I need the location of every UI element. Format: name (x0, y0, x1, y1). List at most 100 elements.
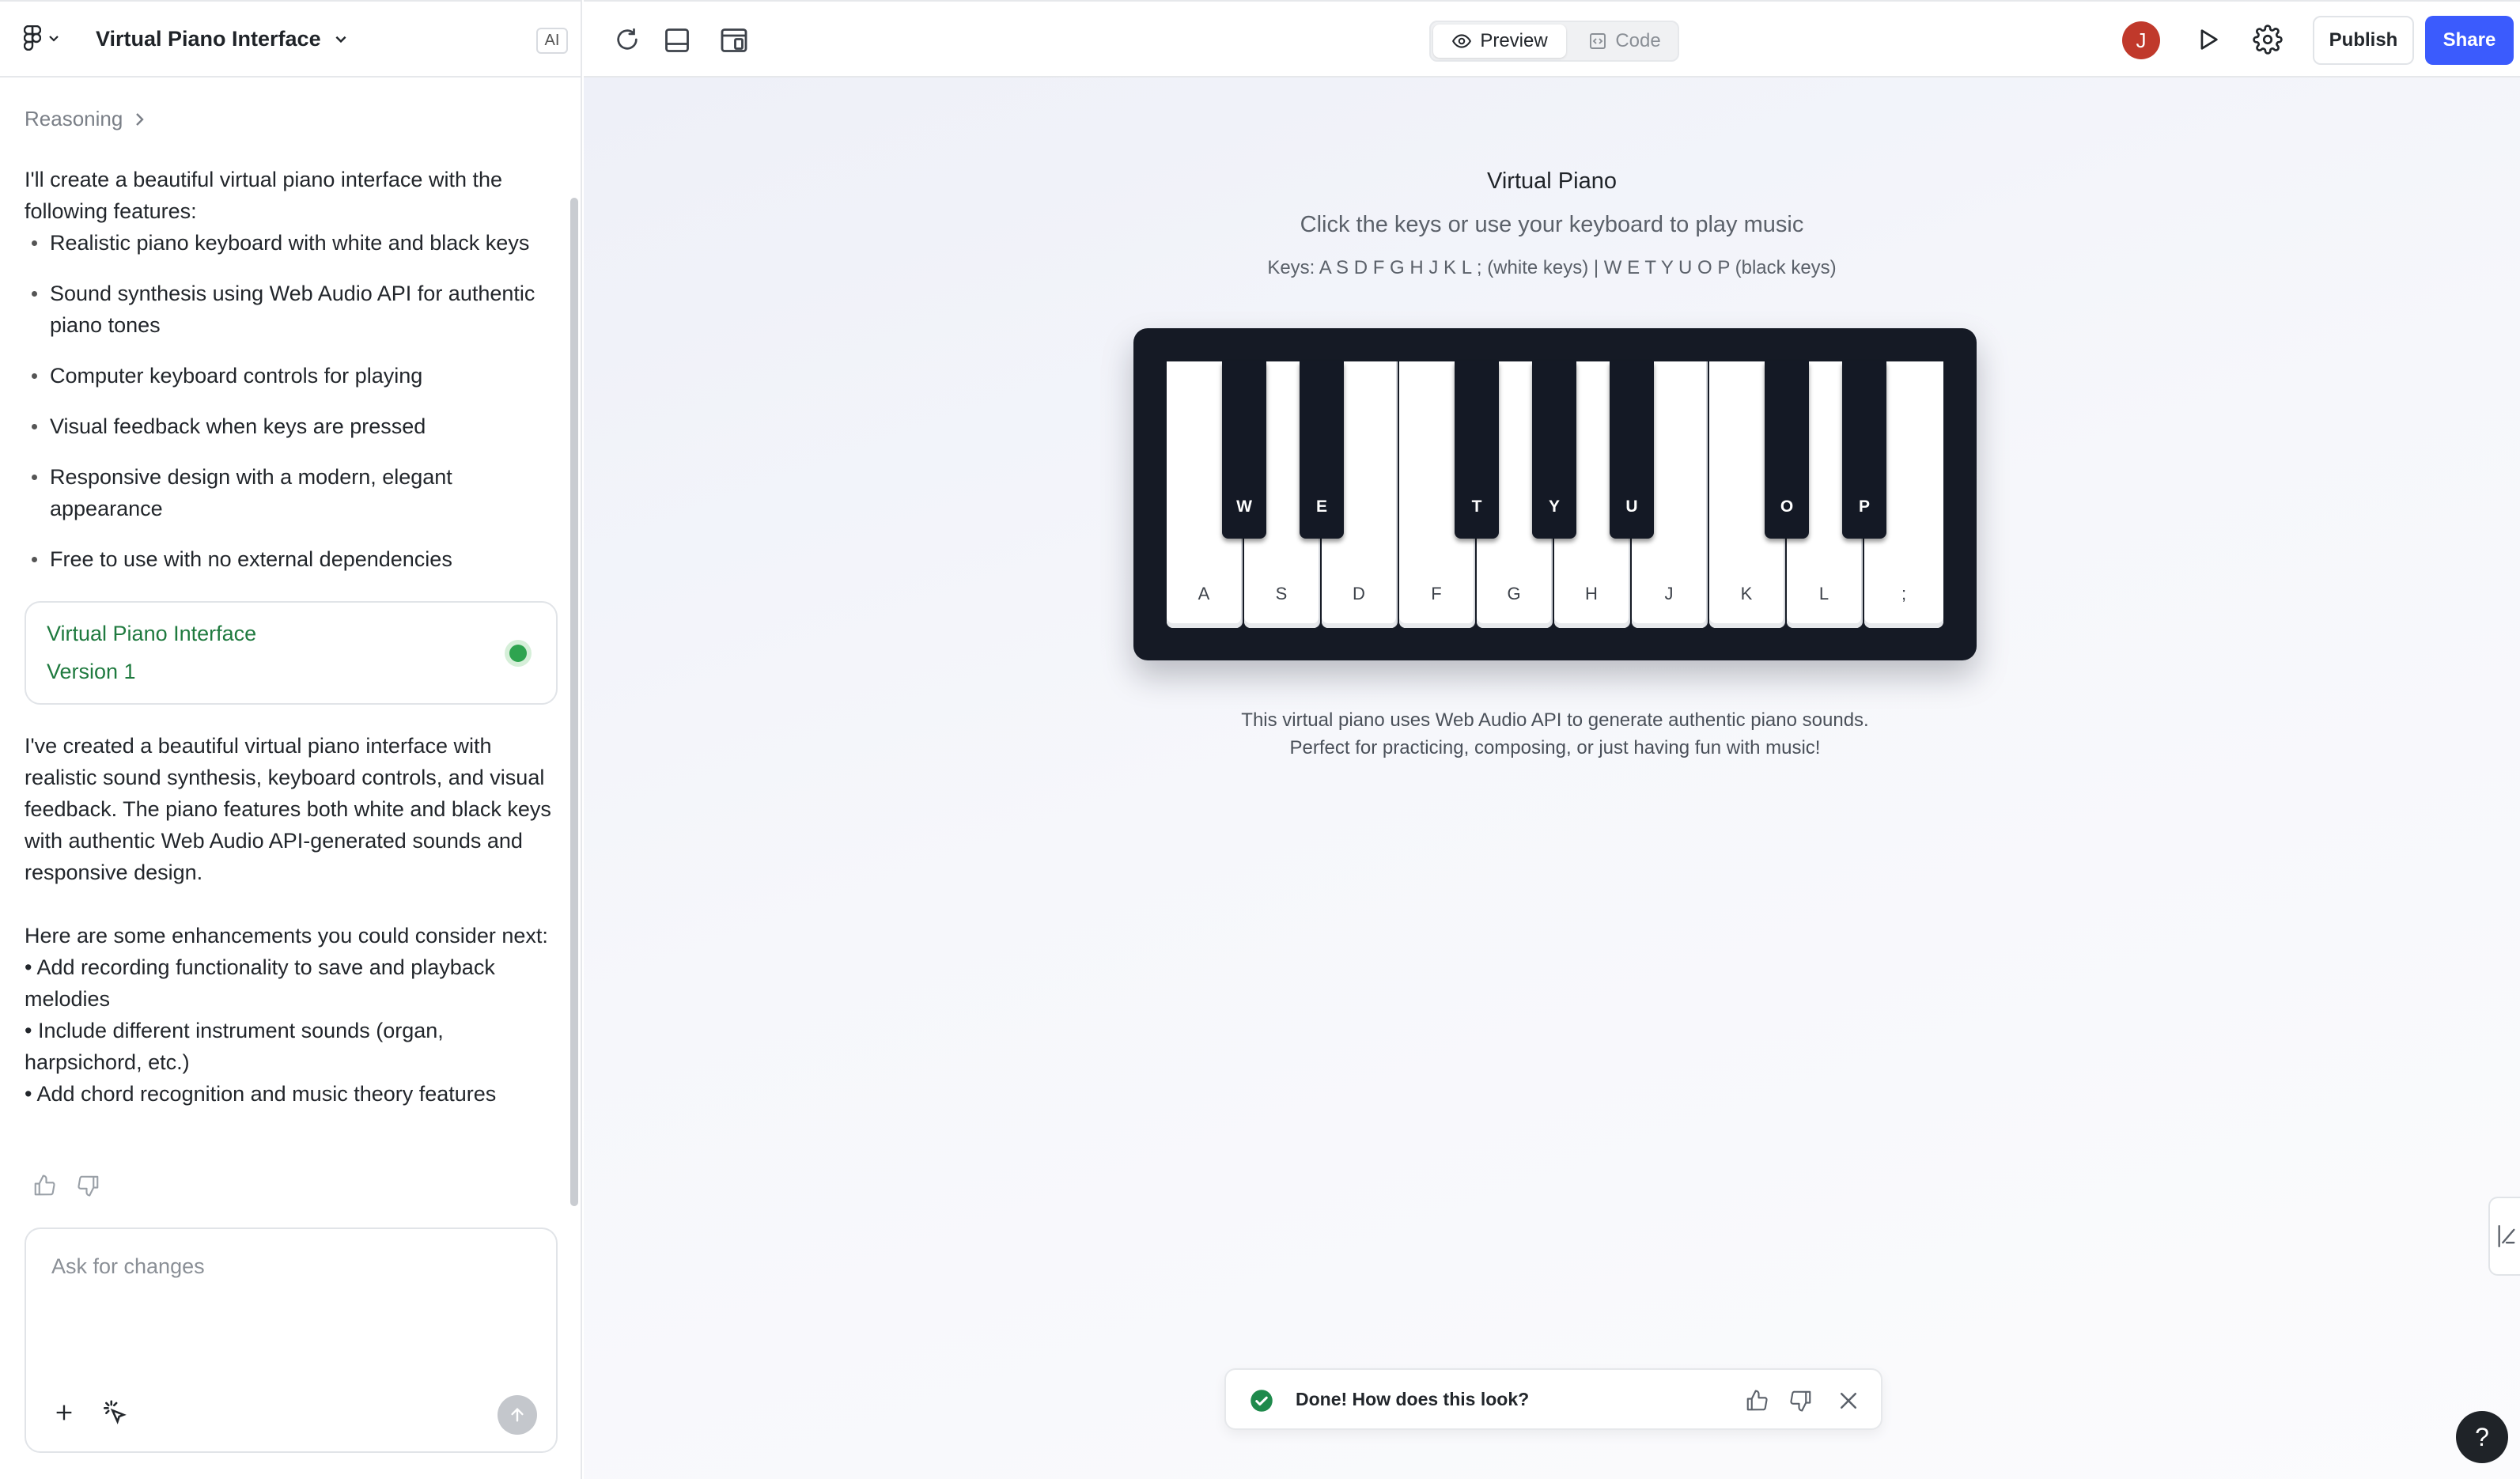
plus-icon (56, 1405, 72, 1420)
key-label: S (1275, 584, 1288, 603)
settings-button[interactable] (2253, 25, 2283, 55)
list-item: Realistic piano keyboard with white and … (25, 227, 559, 259)
key-label: A (1198, 584, 1210, 603)
gear-icon (2253, 25, 2283, 55)
key-label: P (1858, 497, 1870, 516)
key-label: W (1236, 497, 1252, 516)
key-label: H (1585, 584, 1598, 603)
key-label: E (1315, 497, 1327, 516)
key-label: D (1353, 584, 1365, 603)
reasoning-label: Reasoning (25, 107, 123, 130)
version-card-title: Virtual Piano Interface (47, 622, 257, 645)
select-element-button[interactable] (101, 1399, 128, 1426)
key-label: O (1780, 497, 1794, 516)
help-button[interactable]: ? (2456, 1411, 2508, 1463)
feature-list: Realistic piano keyboard with white and … (25, 227, 559, 575)
piano-title: Virtual Piano (1487, 168, 1617, 194)
tab-preview-label: Preview (1480, 30, 1548, 51)
ai-badge[interactable]: AI (536, 28, 568, 54)
status-dot-icon (509, 645, 527, 662)
share-button[interactable]: Share (2425, 16, 2514, 65)
toggle-panel-button[interactable] (663, 26, 691, 55)
project-menu-chevron[interactable] (334, 32, 348, 46)
preview-canvas: Virtual Piano Click the keys or use your… (584, 78, 2520, 1479)
handle-icon (2498, 1225, 2515, 1248)
sidebar-scrollbar[interactable] (570, 198, 578, 1206)
tab-code[interactable]: Code (1577, 25, 1672, 58)
close-icon[interactable] (1837, 1389, 1860, 1413)
version-card[interactable]: Virtual Piano Interface Version 1 (25, 601, 558, 705)
list-item: Free to use with no external dependencie… (25, 543, 559, 575)
chat-input-box (25, 1227, 558, 1453)
black-key-p[interactable]: P (1842, 361, 1886, 539)
side-panel-tab[interactable] (2488, 1197, 2520, 1276)
piano-keys: A S D F G H J K L ; W E T Y U O P (1167, 361, 1943, 628)
run-button[interactable] (2194, 25, 2221, 54)
key-label: ; (1901, 584, 1907, 603)
key-label: T (1471, 497, 1482, 516)
black-key-e[interactable]: E (1300, 361, 1344, 539)
piano-subtitle: Click the keys or use your keyboard to p… (1300, 212, 1804, 237)
figma-logo-icon (24, 25, 41, 51)
eye-icon (1452, 34, 1472, 48)
black-key-y[interactable]: Y (1532, 361, 1576, 539)
thumbs-up-icon[interactable] (1745, 1389, 1769, 1413)
list-item: • Add chord recognition and music theory… (25, 1082, 497, 1106)
refresh-icon (617, 28, 638, 50)
key-label: Y (1548, 497, 1560, 516)
piano-keyboard: A S D F G H J K L ; W E T Y U O P (1133, 328, 1977, 660)
keyboard-hint: Keys: A S D F G H J K L ; (white keys) |… (1267, 257, 1837, 278)
check-circle-icon (1251, 1390, 1273, 1412)
add-attachment-button[interactable] (53, 1401, 75, 1424)
arrow-up-icon (511, 1407, 524, 1422)
cursor-click-icon (103, 1400, 127, 1424)
black-key-o[interactable]: O (1765, 361, 1809, 539)
tab-preview[interactable]: Preview (1433, 25, 1566, 58)
thumbs-up-icon[interactable] (32, 1174, 56, 1197)
code-icon (1590, 33, 1606, 49)
piano-description: This virtual piano uses Web Audio API to… (1241, 709, 1869, 758)
chevron-down-icon (335, 36, 346, 44)
list-item: • Include different instrument sounds (o… (25, 1019, 444, 1074)
chat-sidebar: Virtual Piano Interface AI Reasoning I'l… (0, 0, 582, 1479)
assistant-summary: I've created a beautiful virtual piano i… (25, 730, 559, 1110)
key-label: U (1625, 497, 1638, 516)
version-card-version: Version 1 (47, 660, 136, 683)
reasoning-toggle[interactable]: Reasoning (25, 107, 145, 131)
app-menu-button[interactable] (24, 25, 60, 51)
key-label: G (1507, 584, 1521, 603)
refresh-button[interactable] (614, 26, 641, 53)
key-label: J (1664, 584, 1674, 603)
publish-button[interactable]: Publish (2313, 16, 2414, 65)
thumbs-down-icon[interactable] (77, 1174, 100, 1197)
tab-code-label: Code (1615, 30, 1661, 51)
project-title[interactable]: Virtual Piano Interface (96, 27, 321, 51)
ask-for-changes-input[interactable] (50, 1253, 532, 1371)
responsive-view-button[interactable] (720, 26, 748, 55)
black-key-t[interactable]: T (1455, 361, 1499, 539)
chevron-down-icon (49, 36, 59, 42)
assistant-message: I'll create a beautiful virtual piano in… (25, 164, 559, 594)
sidebar-header: Virtual Piano Interface AI (0, 0, 582, 78)
view-mode-toggle: Preview Code (1429, 21, 1679, 62)
thumbs-down-icon[interactable] (1789, 1389, 1813, 1413)
chevron-right-icon (136, 112, 145, 126)
feedback-toast: Done! How does this look? (1224, 1368, 1882, 1430)
avatar[interactable]: J (2122, 21, 2160, 59)
play-icon (2200, 29, 2218, 50)
list-item: • Add recording functionality to save an… (25, 955, 495, 1011)
send-button[interactable] (498, 1395, 537, 1435)
list-item: Responsive design with a modern, elegant… (25, 461, 559, 524)
list-item: Computer keyboard controls for playing (25, 360, 559, 392)
key-label: K (1740, 584, 1753, 603)
black-key-u[interactable]: U (1610, 361, 1654, 539)
preview-toolbar: Preview Code J Publish Share (584, 0, 2520, 78)
key-label: L (1818, 584, 1829, 603)
devices-icon (721, 28, 747, 52)
message-intro: I'll create a beautiful virtual piano in… (25, 168, 502, 223)
panel-bottom-icon (665, 28, 689, 52)
summary-text: I've created a beautiful virtual piano i… (25, 734, 551, 884)
key-label: F (1431, 584, 1442, 603)
black-key-w[interactable]: W (1222, 361, 1266, 539)
toast-message: Done! How does this look? (1296, 1389, 1530, 1409)
